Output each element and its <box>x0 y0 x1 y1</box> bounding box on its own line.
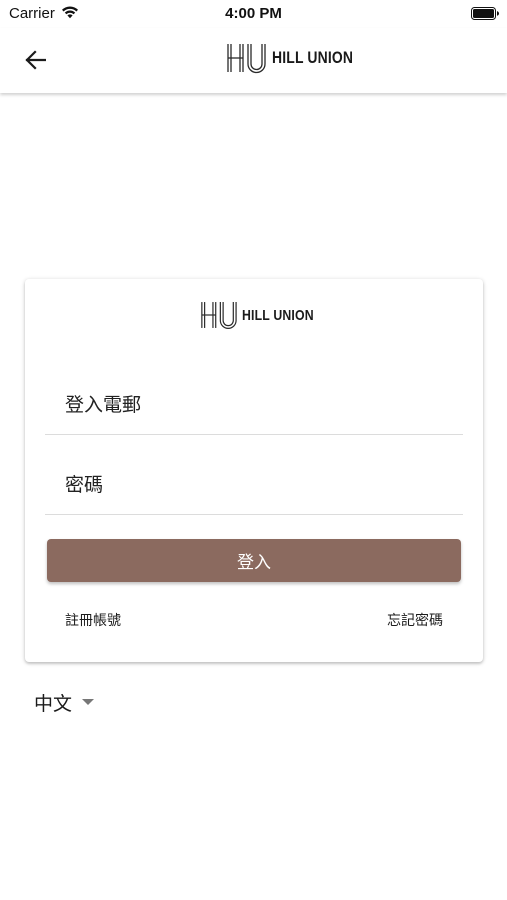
language-label: 中文 <box>34 692 73 715</box>
login-screen: Carrier 4:00 PM HILL UNION HILL UNION 登入… <box>0 0 507 900</box>
login-button[interactable]: 登入 <box>47 539 461 582</box>
arrow-left-icon <box>25 50 46 70</box>
dropdown-arrow-icon <box>82 698 95 705</box>
language-select[interactable]: 中文 <box>34 688 95 716</box>
password-field-container <box>45 464 463 515</box>
password-input[interactable] <box>65 470 445 500</box>
battery-icon <box>471 7 499 20</box>
hill-union-monogram-icon <box>201 302 237 329</box>
brand-name: HILL UNION <box>272 48 354 67</box>
status-bar: Carrier 4:00 PM <box>0 0 507 28</box>
header-logo: HILL UNION <box>226 41 371 75</box>
clock: 4:00 PM <box>225 5 282 22</box>
hill-union-monogram-icon <box>227 44 266 74</box>
back-button[interactable] <box>18 43 52 77</box>
card-logo: HILL UNION <box>200 299 330 331</box>
card-brand-name: HILL UNION <box>242 306 314 324</box>
app-bar: HILL UNION <box>0 28 507 93</box>
register-link[interactable]: 註冊帳號 <box>65 610 121 630</box>
email-field-container <box>45 384 463 435</box>
email-input[interactable] <box>65 390 445 420</box>
forgot-password-link[interactable]: 忘記密碼 <box>387 610 443 630</box>
login-card: HILL UNION 登入 註冊帳號 忘記密碼 <box>25 279 483 662</box>
